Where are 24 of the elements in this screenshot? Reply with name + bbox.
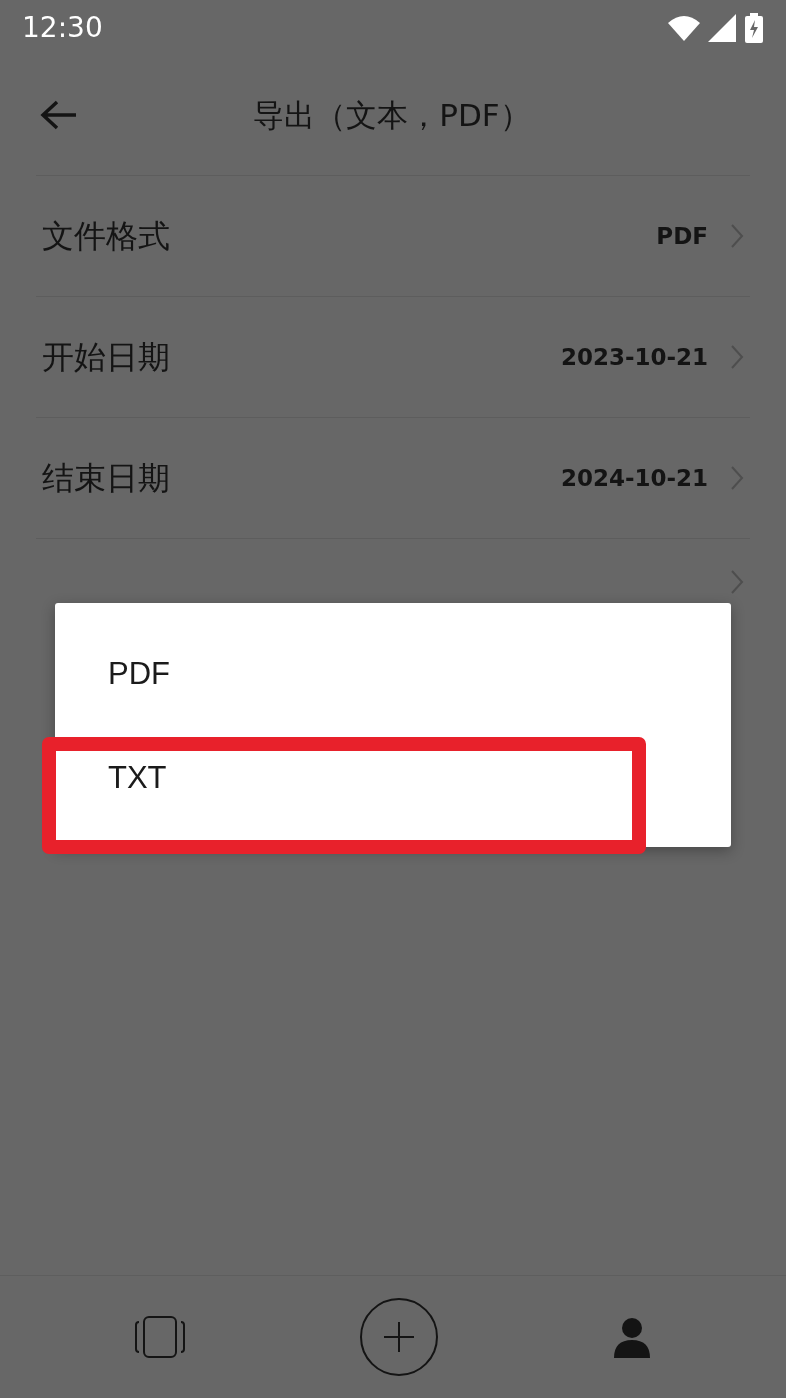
setting-label: 开始日期 <box>42 337 171 378</box>
setting-value: 2024-10-21 <box>560 463 708 493</box>
add-icon[interactable] <box>359 1297 439 1377</box>
signal-icon <box>708 13 736 42</box>
battery-icon <box>744 12 764 43</box>
status-time: 12:30 <box>22 9 103 46</box>
page-title: 导出（文本，PDF） <box>252 95 532 135</box>
cards-icon[interactable] <box>134 1315 187 1359</box>
wifi-icon <box>668 14 700 41</box>
setting-row[interactable]: 结束日期 2024-10-21 <box>36 417 750 538</box>
chevron-icon <box>730 569 744 595</box>
menu-item[interactable]: PDF <box>55 623 731 727</box>
chevron-icon <box>730 465 744 491</box>
chevron-icon <box>730 344 744 370</box>
setting-label: 文件格式 <box>42 216 171 257</box>
setting-value: 2023-10-21 <box>560 342 708 372</box>
menu-item[interactable]: TXT <box>55 727 731 831</box>
setting-label: 结束日期 <box>42 458 171 499</box>
setting-row[interactable]: 开始日期 2023-10-21 <box>36 296 750 417</box>
person-icon[interactable] <box>611 1316 652 1358</box>
back-icon[interactable] <box>40 99 78 131</box>
chevron-icon <box>730 223 744 249</box>
setting-value: PDF <box>656 221 708 251</box>
setting-row[interactable]: 文件格式 PDF <box>36 175 750 296</box>
